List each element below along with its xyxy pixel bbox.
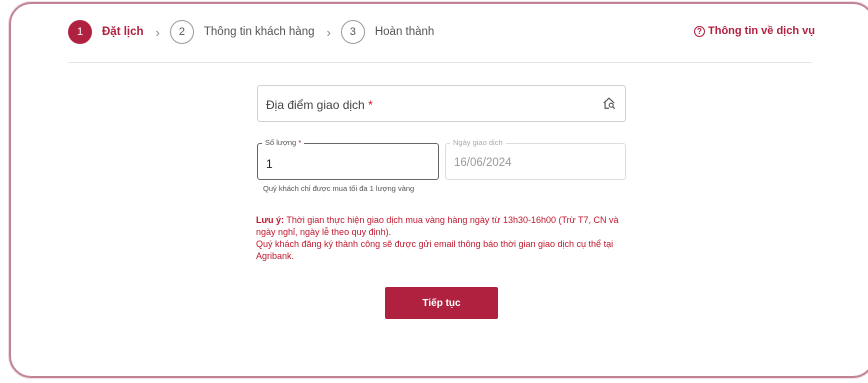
step-2-label[interactable]: Thông tin khách hàng [204,26,315,38]
step-2-number[interactable]: 2 [169,20,194,44]
continue-button[interactable]: Tiếp tục [385,287,498,319]
date-field: Ngày giao dịch 16/06/2024 [445,138,626,180]
required-mark: * [368,98,373,112]
step-1-number[interactable]: 1 [68,20,92,44]
location-label: Địa điểm giao dịch * [266,98,373,112]
header-divider [68,62,812,63]
note-line-2: Quý khách đăng ký thành công sẽ được gửi… [256,239,614,261]
stepper: 1 Đặt lịch › 2 Thông tin khách hàng › 3 … [68,18,434,46]
notes-block: Lưu ý: Thời gian thực hiện giao dịch mua… [256,214,638,262]
home-search-icon[interactable] [602,96,616,110]
step-3-label[interactable]: Hoàn thành [375,26,434,38]
quantity-label: Số lượng * [262,138,305,148]
quantity-helper-text: Quý khách chỉ được mua tối đa 1 lượng và… [263,184,415,193]
date-label: Ngày giao dịch [450,138,506,148]
service-info-link[interactable]: ? Thông tin về dịch vụ [694,25,815,37]
quantity-value: 1 [266,157,273,171]
step-1-label[interactable]: Đặt lịch [102,26,144,38]
chevron-right-icon: › [155,24,160,40]
date-value: 16/06/2024 [454,157,512,169]
location-select[interactable]: Địa điểm giao dịch * [257,85,626,122]
question-circle-icon: ? [694,25,705,37]
chevron-right-icon: › [326,24,331,40]
booking-card [9,2,868,378]
step-3-number[interactable]: 3 [340,20,365,44]
service-info-label: Thông tin về dịch vụ [708,25,815,37]
required-mark: * [298,138,302,147]
quantity-field[interactable]: Số lượng * 1 [257,138,439,180]
note-line-1: Lưu ý: Thời gian thực hiện giao dịch mua… [256,215,619,237]
